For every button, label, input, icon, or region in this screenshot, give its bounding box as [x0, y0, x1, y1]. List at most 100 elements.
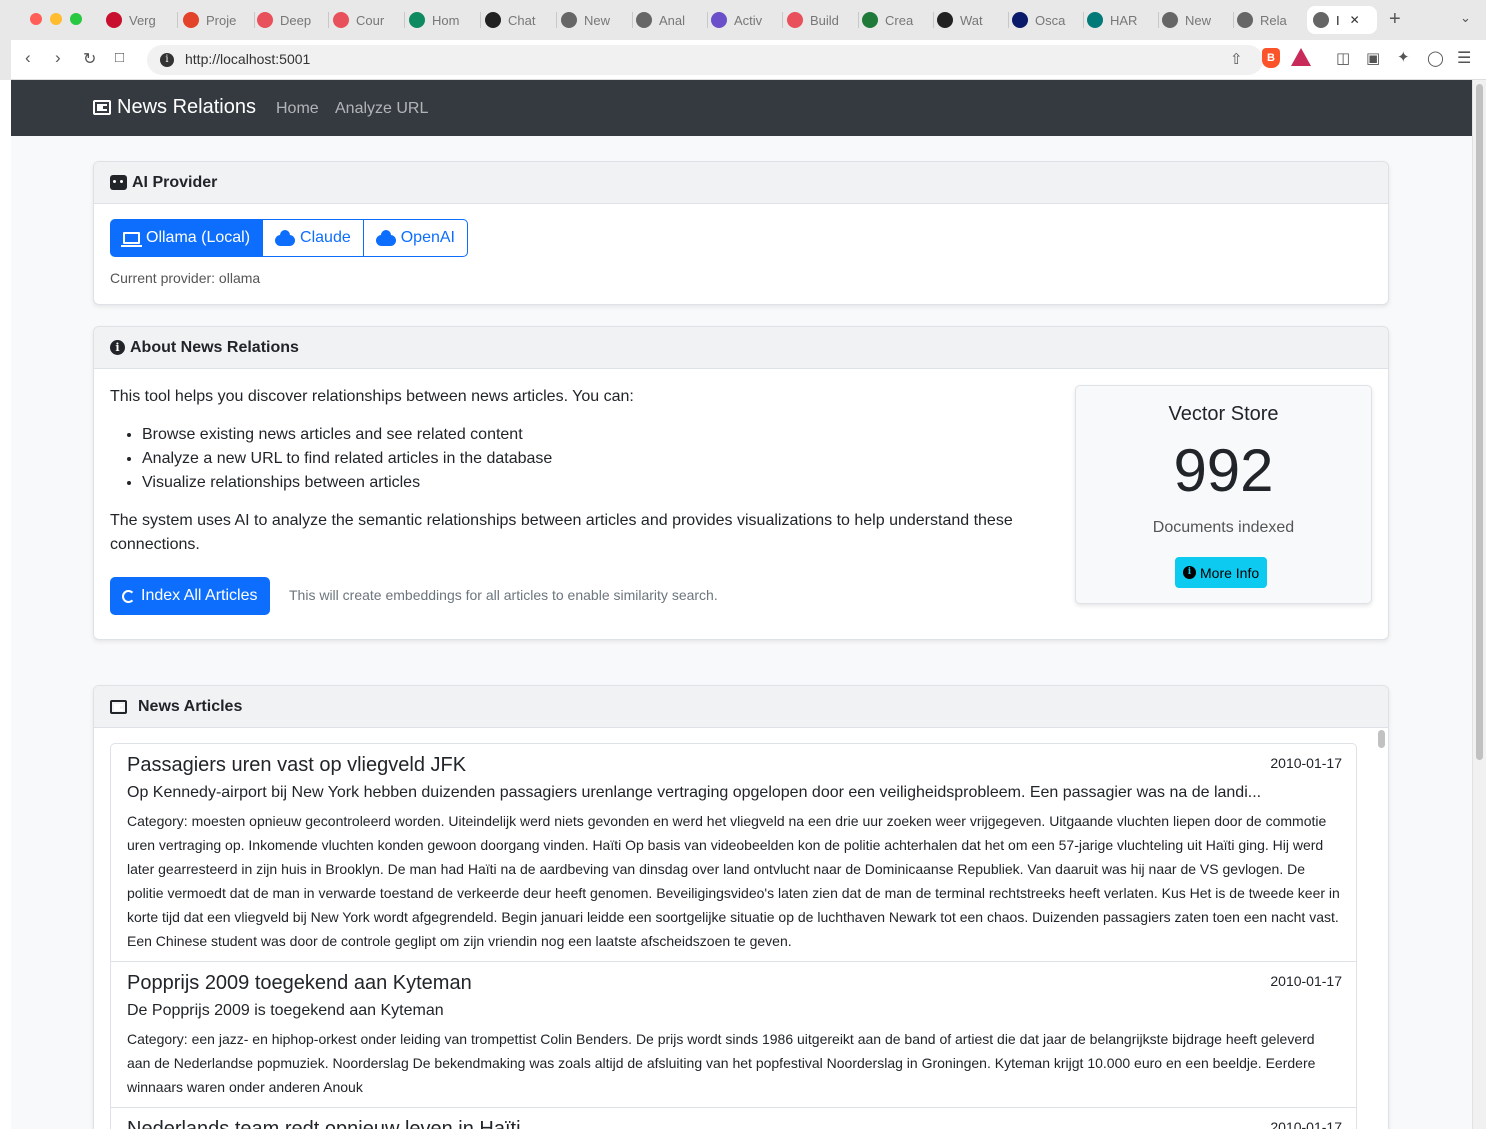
provider-claude-button[interactable]: Claude — [262, 219, 364, 257]
browser-tab-label: Anal — [659, 12, 686, 28]
brave-shields-icon[interactable]: B — [1262, 48, 1280, 68]
article-list-scroll-thumb[interactable] — [1378, 730, 1385, 748]
tab-separator — [1158, 12, 1159, 28]
robot-icon — [110, 175, 127, 190]
article-list[interactable]: Passagiers uren vast op vliegveld JFK 20… — [110, 743, 1357, 1129]
tab-separator — [328, 12, 329, 28]
page-scrollbar[interactable] — [1472, 80, 1486, 1129]
url-text[interactable]: http://localhost:5001 — [185, 51, 310, 67]
browser-tab[interactable]: New — [561, 6, 633, 34]
about-header: i About News Relations — [94, 327, 1388, 369]
browser-tab-label: Deep — [280, 12, 312, 28]
more-info-button[interactable]: i More Info — [1175, 557, 1268, 588]
sidebar-icon[interactable]: ◫ — [1336, 49, 1350, 67]
bookmark-icon[interactable]: □ — [115, 49, 124, 66]
browser-tab[interactable]: Verg — [106, 6, 178, 34]
article-title[interactable]: Popprijs 2009 toegekend aan Kyteman — [127, 970, 1340, 995]
current-provider-text: Current provider: ollama — [110, 270, 261, 286]
provider-openai-button[interactable]: OpenAI — [362, 219, 468, 257]
article-item[interactable]: Passagiers uren vast op vliegveld JFK 20… — [110, 743, 1357, 962]
article-body: Category: een jazz- en hiphop-orkest ond… — [127, 1031, 1316, 1095]
tab-separator — [933, 12, 934, 28]
ai-provider-title: AI Provider — [132, 173, 218, 191]
browser-tab-label: New — [1185, 12, 1212, 28]
forward-arrow-icon[interactable]: › — [55, 48, 61, 68]
article-date: 2010-01-17 — [1270, 755, 1342, 771]
article-title[interactable]: Passagiers uren vast op vliegveld JFK — [127, 752, 1340, 777]
browser-tab[interactable]: I ✕ — [1307, 6, 1377, 34]
zoom-window-button[interactable] — [70, 13, 82, 25]
laptop-icon — [121, 232, 142, 247]
article-item[interactable]: Nederlands team redt opnieuw leven in Ha… — [110, 1107, 1357, 1129]
browser-tab-label: New — [584, 12, 611, 28]
address-bar[interactable]: i http://localhost:5001 ⇧ B — [147, 45, 1311, 75]
tab-separator — [177, 12, 178, 28]
page-scroll-thumb[interactable] — [1476, 84, 1483, 760]
browser-tab[interactable]: Chat — [485, 6, 557, 34]
tab-separator — [480, 12, 481, 28]
site-info-icon[interactable]: i — [160, 53, 174, 67]
browser-tab-label: Chat — [508, 12, 536, 28]
browser-tab[interactable]: Cour — [333, 6, 405, 34]
article-summary: De Popprijs 2009 is toegekend aan Kytema… — [127, 1002, 444, 1019]
browser-tab[interactable]: Rela — [1237, 6, 1309, 34]
browser-tab[interactable]: Activ — [711, 6, 783, 34]
browser-tab[interactable]: Wat — [937, 6, 1009, 34]
about-title: About News Relations — [130, 338, 299, 356]
cloud-icon — [375, 229, 396, 246]
browser-tab[interactable]: HAR — [1087, 6, 1159, 34]
window-controls — [30, 13, 82, 25]
info-circle-icon: i — [110, 340, 125, 355]
feature-item: Visualize relationships between articles — [142, 471, 1050, 495]
tab-list-chevron-icon[interactable]: ⌄ — [1460, 10, 1471, 26]
tab-separator — [1008, 12, 1009, 28]
app-icon — [862, 12, 878, 28]
menu-icon[interactable]: ☰ — [1457, 48, 1471, 68]
browser-tab[interactable]: Crea — [862, 6, 934, 34]
wallet-icon[interactable]: ▣ — [1366, 49, 1380, 67]
close-window-button[interactable] — [30, 13, 42, 25]
close-tab-icon[interactable]: ✕ — [1350, 13, 1360, 27]
provider-claude-label: Claude — [300, 229, 351, 246]
page-viewport: News Relations Home Analyze URL AI Provi… — [11, 80, 1486, 1129]
minimize-window-button[interactable] — [50, 13, 62, 25]
index-all-articles-button[interactable]: Index All Articles — [110, 577, 270, 615]
navbar-brand[interactable]: News Relations — [93, 96, 256, 119]
brave-rewards-icon[interactable] — [1291, 48, 1311, 66]
app-icon — [937, 12, 953, 28]
reload-icon[interactable]: ↻ — [83, 49, 96, 69]
nav-link-analyze-url[interactable]: Analyze URL — [335, 100, 428, 118]
browser-tab-label: Activ — [734, 12, 763, 28]
browser-tab[interactable]: Deep — [257, 6, 329, 34]
globe-icon — [636, 12, 652, 28]
browser-tab[interactable]: Build — [787, 6, 859, 34]
nav-link-home[interactable]: Home — [276, 100, 319, 118]
app-icon — [711, 12, 727, 28]
article-item[interactable]: Popprijs 2009 toegekend aan Kyteman 2010… — [110, 961, 1357, 1108]
globe-icon — [561, 12, 577, 28]
browser-tab[interactable]: Proje — [183, 6, 255, 34]
browser-tab-label: Hom — [432, 12, 460, 28]
article-list-scrollbar[interactable] — [1375, 728, 1388, 1129]
browser-tab[interactable]: Anal — [636, 6, 708, 34]
article-title[interactable]: Nederlands team redt opnieuw leven in Ha… — [127, 1116, 1340, 1129]
back-arrow-icon[interactable]: ‹ — [25, 48, 31, 68]
tab-separator — [556, 12, 557, 28]
provider-ollama-button[interactable]: Ollama (Local) — [110, 219, 264, 257]
document-count-label: Documents indexed — [1152, 519, 1295, 536]
feature-list: Browse existing news articles and see re… — [142, 423, 1050, 495]
more-info-label: More Info — [1200, 564, 1260, 581]
browser-tab[interactable]: New — [1162, 6, 1234, 34]
vpn-shield-icon[interactable]: ◯ — [1427, 49, 1444, 67]
browser-tab-label: Osca — [1035, 12, 1066, 28]
tab-separator — [254, 12, 255, 28]
brand-label: News Relations — [117, 96, 256, 118]
leo-ai-icon[interactable]: ✦ — [1397, 48, 1410, 66]
browser-tab[interactable]: Hom — [409, 6, 481, 34]
ai-provider-card: AI Provider Ollama (Local) Claude OpenAI… — [93, 161, 1389, 305]
vector-store-title: Vector Store — [1168, 403, 1279, 425]
share-icon[interactable]: ⇧ — [1230, 50, 1243, 68]
new-tab-icon[interactable]: + — [1389, 8, 1401, 31]
app-icon — [409, 12, 425, 28]
browser-tab[interactable]: Osca — [1012, 6, 1084, 34]
